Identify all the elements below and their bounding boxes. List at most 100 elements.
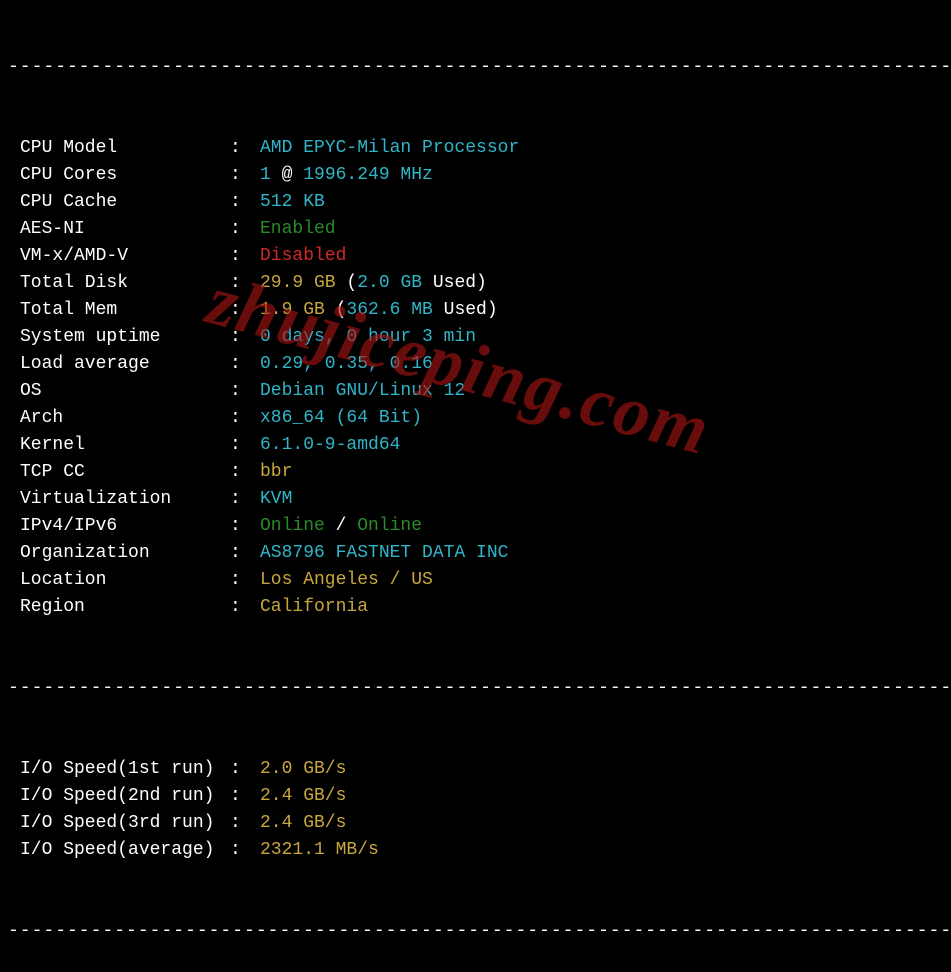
colon: : <box>230 297 260 324</box>
info-value: California <box>260 594 951 621</box>
info-label: Load average <box>20 351 230 378</box>
value-segment: California <box>260 597 368 617</box>
info-row: System uptime: 0 days, 0 hour 3 min <box>0 324 951 351</box>
info-label: Organization <box>20 540 230 567</box>
info-row: Location: Los Angeles / US <box>0 567 951 594</box>
info-label: I/O Speed(2nd run) <box>20 783 230 810</box>
info-row: Region: California <box>0 594 951 621</box>
info-row: Total Mem: 1.9 GB (362.6 MB Used) <box>0 297 951 324</box>
info-label: Arch <box>20 405 230 432</box>
value-segment: AMD EPYC-Milan Processor <box>260 138 519 158</box>
info-row: IPv4/IPv6: Online / Online <box>0 513 951 540</box>
info-value: Debian GNU/Linux 12 <box>260 378 951 405</box>
colon: : <box>230 540 260 567</box>
info-label: TCP CC <box>20 459 230 486</box>
info-label: I/O Speed(1st run) <box>20 756 230 783</box>
info-row: OS: Debian GNU/Linux 12 <box>0 378 951 405</box>
info-value: Online / Online <box>260 513 951 540</box>
value-segment: Used) <box>433 300 498 320</box>
info-row: VM-x/AMD-V: Disabled <box>0 243 951 270</box>
value-segment: Disabled <box>260 246 346 266</box>
info-value: AMD EPYC-Milan Processor <box>260 135 951 162</box>
value-segment: Debian GNU/Linux 12 <box>260 381 465 401</box>
info-row: CPU Model: AMD EPYC-Milan Processor <box>0 135 951 162</box>
value-segment: Online <box>357 516 422 536</box>
colon: : <box>230 486 260 513</box>
value-segment: 2.0 GB/s <box>260 759 346 779</box>
separator-top: ----------------------------------------… <box>0 54 951 81</box>
value-segment: 2.4 GB/s <box>260 786 346 806</box>
info-row: Organization: AS8796 FASTNET DATA INC <box>0 540 951 567</box>
info-label: CPU Cores <box>20 162 230 189</box>
value-segment: 0.29, 0.35, 0.16 <box>260 354 433 374</box>
value-segment: 6.1.0-9-amd64 <box>260 435 400 455</box>
info-row: I/O Speed(average): 2321.1 MB/s <box>0 837 951 864</box>
value-segment: 1996.249 MHz <box>303 165 433 185</box>
info-value: 2321.1 MB/s <box>260 837 951 864</box>
terminal-output: ----------------------------------------… <box>0 0 951 972</box>
value-segment: ( <box>325 300 347 320</box>
value-segment: Los Angeles / US <box>260 570 433 590</box>
info-value: 0 days, 0 hour 3 min <box>260 324 951 351</box>
value-segment: Used) <box>422 273 487 293</box>
info-label: CPU Model <box>20 135 230 162</box>
colon: : <box>230 324 260 351</box>
value-segment: AS8796 FASTNET DATA INC <box>260 543 508 563</box>
colon: : <box>230 567 260 594</box>
value-segment: 2321.1 MB/s <box>260 840 379 860</box>
info-value: 512 KB <box>260 189 951 216</box>
info-label: OS <box>20 378 230 405</box>
info-value: 2.4 GB/s <box>260 810 951 837</box>
info-label: AES-NI <box>20 216 230 243</box>
colon: : <box>230 810 260 837</box>
info-row: Arch: x86_64 (64 Bit) <box>0 405 951 432</box>
info-label: Kernel <box>20 432 230 459</box>
colon: : <box>230 243 260 270</box>
info-row: I/O Speed(3rd run): 2.4 GB/s <box>0 810 951 837</box>
colon: : <box>230 837 260 864</box>
info-value: AS8796 FASTNET DATA INC <box>260 540 951 567</box>
colon: : <box>230 189 260 216</box>
info-value: Disabled <box>260 243 951 270</box>
info-label: Total Disk <box>20 270 230 297</box>
info-row: AES-NI: Enabled <box>0 216 951 243</box>
info-value: 29.9 GB (2.0 GB Used) <box>260 270 951 297</box>
info-label: Total Mem <box>20 297 230 324</box>
value-segment: 2.4 GB/s <box>260 813 346 833</box>
info-value: 0.29, 0.35, 0.16 <box>260 351 951 378</box>
colon: : <box>230 459 260 486</box>
info-label: CPU Cache <box>20 189 230 216</box>
colon: : <box>230 513 260 540</box>
value-segment: 1.9 GB <box>260 300 325 320</box>
info-row: CPU Cores: 1 @ 1996.249 MHz <box>0 162 951 189</box>
info-value: 1.9 GB (362.6 MB Used) <box>260 297 951 324</box>
colon: : <box>230 216 260 243</box>
info-row: CPU Cache: 512 KB <box>0 189 951 216</box>
colon: : <box>230 432 260 459</box>
info-value: 6.1.0-9-amd64 <box>260 432 951 459</box>
info-label: I/O Speed(average) <box>20 837 230 864</box>
colon: : <box>230 270 260 297</box>
info-label: VM-x/AMD-V <box>20 243 230 270</box>
colon: : <box>230 162 260 189</box>
value-segment: bbr <box>260 462 292 482</box>
colon: : <box>230 594 260 621</box>
info-label: IPv4/IPv6 <box>20 513 230 540</box>
value-segment: 512 KB <box>260 192 325 212</box>
info-label: Virtualization <box>20 486 230 513</box>
value-segment: 1 <box>260 165 271 185</box>
info-row: Kernel: 6.1.0-9-amd64 <box>0 432 951 459</box>
info-value: KVM <box>260 486 951 513</box>
info-value: Enabled <box>260 216 951 243</box>
info-label: System uptime <box>20 324 230 351</box>
value-segment: 29.9 GB <box>260 273 336 293</box>
value-segment: KVM <box>260 489 292 509</box>
info-row: TCP CC: bbr <box>0 459 951 486</box>
value-segment: x86_64 (64 Bit) <box>260 408 422 428</box>
colon: : <box>230 378 260 405</box>
info-value: x86_64 (64 Bit) <box>260 405 951 432</box>
colon: : <box>230 351 260 378</box>
info-row: Virtualization: KVM <box>0 486 951 513</box>
colon: : <box>230 135 260 162</box>
value-segment: 362.6 MB <box>346 300 432 320</box>
